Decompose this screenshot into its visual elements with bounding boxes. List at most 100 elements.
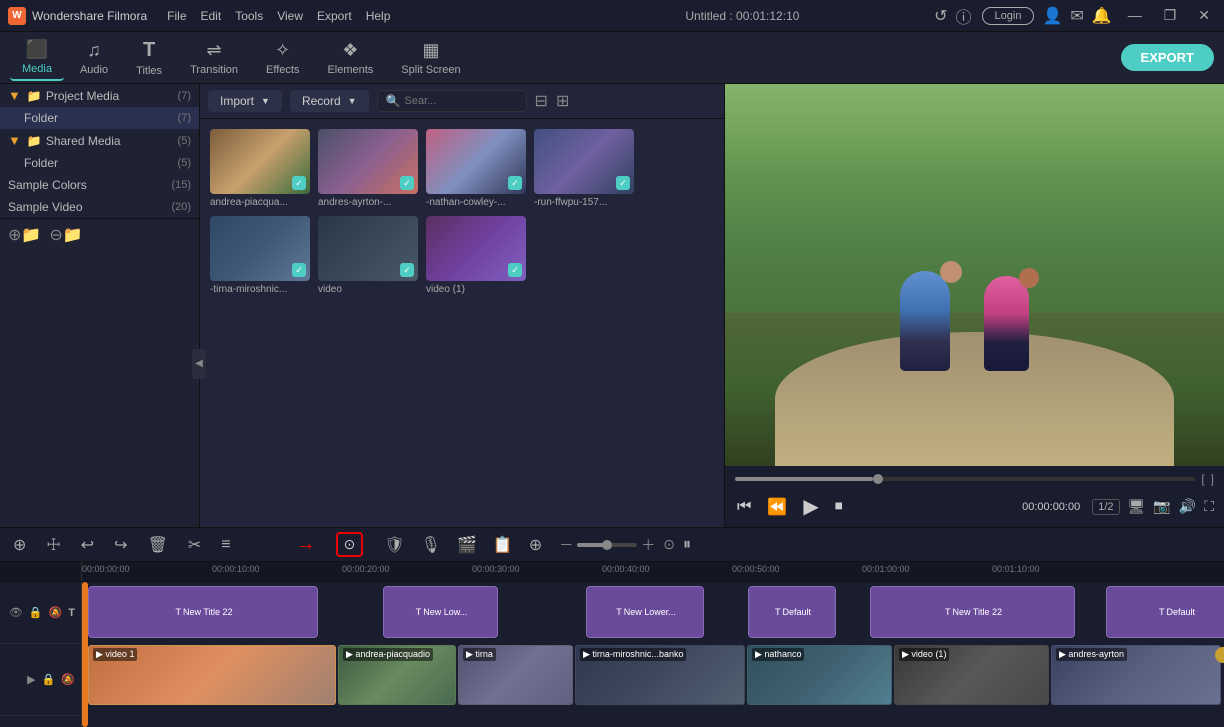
title-clip-5-label: Default	[1166, 607, 1195, 617]
login-button[interactable]: Login	[982, 7, 1035, 25]
tl-undo-button[interactable]: ↩	[76, 532, 99, 558]
video-clip-1-label: ▶ andrea-piacquadio	[343, 648, 433, 661]
tl-shield-button[interactable]: 🛡	[379, 532, 409, 558]
menu-export[interactable]: Export	[317, 9, 352, 23]
menu-edit[interactable]: Edit	[201, 9, 222, 23]
tl-mute-icon[interactable]: 🔕	[49, 606, 63, 619]
record-playhead-button[interactable]: ⊙	[336, 532, 364, 557]
tl-list-button[interactable]: ≡	[216, 533, 235, 557]
tab-elements[interactable]: ❖ Elements	[315, 36, 385, 80]
seekbar-track[interactable]	[735, 477, 1195, 481]
video-clip-3[interactable]: ▶ tirna-miroshnic...banko	[575, 645, 745, 705]
menu-help[interactable]: Help	[366, 9, 391, 23]
export-button[interactable]: EXPORT	[1121, 44, 1214, 71]
shared-folder-item[interactable]: Folder (5)	[0, 152, 199, 174]
panel-actions: ⊕📁 ⊖📁	[0, 218, 199, 251]
media-item-1[interactable]: ✓ andres-ayrton-...	[318, 129, 418, 208]
media-item-2[interactable]: ✓ -nathan-cowley-...	[426, 129, 526, 208]
panel-collapse-btn[interactable]: ◀	[192, 349, 200, 379]
sample-colors-item[interactable]: Sample Colors (15)	[0, 174, 199, 196]
grid-view-icon[interactable]: ⊞	[556, 91, 569, 111]
tl-add-button[interactable]: ⊕	[8, 532, 31, 558]
video-clip-1[interactable]: ▶ andrea-piacquadio	[338, 645, 456, 705]
media-item-5[interactable]: ✓ video	[318, 216, 418, 295]
media-icon: ⬛	[26, 39, 48, 60]
close-button[interactable]: ✕	[1192, 5, 1216, 26]
bell-icon[interactable]: 🔔	[1092, 6, 1112, 26]
screenshot-icon[interactable]: 📷	[1153, 498, 1170, 515]
zoom-plus-icon[interactable]: ＋	[641, 535, 655, 555]
zoom-slider[interactable]	[577, 543, 637, 547]
screen-icon[interactable]: 🖥	[1128, 498, 1146, 515]
menu-tools[interactable]: Tools	[235, 9, 263, 23]
zoom-minus-icon[interactable]: －	[559, 535, 573, 555]
title-clip-4[interactable]: T New Title 22	[870, 586, 1075, 638]
tl-mic-button[interactable]: 🎙	[416, 532, 446, 558]
title-clip-2[interactable]: T New Lower...	[586, 586, 704, 638]
video-clip-6[interactable]: ▶ andres-ayrton	[1051, 645, 1221, 705]
menu-view[interactable]: View	[277, 9, 303, 23]
info-icon[interactable]: ⓘ	[956, 4, 972, 28]
tl-redo-button[interactable]: ↪	[109, 532, 132, 558]
tl-vid-lock-icon[interactable]: 🔒	[42, 673, 56, 686]
add-folder-icon[interactable]: ⊕📁	[8, 225, 41, 245]
refresh-icon[interactable]: ↺	[934, 6, 947, 26]
account-icon[interactable]: 👤	[1042, 6, 1062, 26]
fullscreen-icon[interactable]: ⛶	[1204, 498, 1214, 515]
tl-eye-icon[interactable]: 👁	[9, 606, 23, 619]
import-button[interactable]: Import ▼	[208, 90, 282, 112]
red-arrow-icon: →	[296, 533, 316, 556]
tl-clip-button[interactable]: 📋	[488, 532, 518, 558]
video-clip-0[interactable]: ▶ video 1	[88, 645, 336, 705]
frame-back-button[interactable]: ⏪	[765, 495, 789, 519]
sample-video-item[interactable]: Sample Video (20)	[0, 196, 199, 218]
tl-circle-btn[interactable]: ⊕	[524, 532, 547, 558]
tl-delete-button[interactable]: 🗑	[143, 532, 173, 558]
shared-media-item[interactable]: ▼ 📁 Shared Media (5)	[0, 129, 199, 152]
video-clip-4[interactable]: ▶ nathanco	[747, 645, 892, 705]
tl-video-icon[interactable]: ▶	[27, 673, 35, 686]
tl-pause-icon[interactable]: ⏸	[683, 536, 691, 554]
tl-lock-icon[interactable]: 🔒	[29, 606, 43, 619]
filter-icon[interactable]: ⊟	[535, 91, 548, 111]
tl-cut-button[interactable]: ✂	[183, 532, 206, 558]
media-item-6[interactable]: ✓ video (1)	[426, 216, 526, 295]
zoom-handle[interactable]	[602, 540, 612, 550]
media-item-0[interactable]: ✓ andrea-piacqua...	[210, 129, 310, 208]
mail-icon[interactable]: ✉	[1070, 6, 1083, 26]
ratio-display[interactable]: 1/2	[1092, 499, 1119, 515]
tl-vid-mute-icon[interactable]: 🔕	[61, 673, 75, 686]
media-item-4[interactable]: ✓ -tirna-miroshnic...	[210, 216, 310, 295]
remove-folder-icon[interactable]: ⊖📁	[49, 225, 82, 245]
seekbar-handle[interactable]	[873, 474, 883, 484]
preview-icons: 1/2 🖥 📷 🔊 ⛶	[1092, 498, 1214, 515]
tl-cam-button[interactable]: 🎬	[452, 532, 482, 558]
title-clip-3[interactable]: T Default	[748, 586, 836, 638]
stop-button[interactable]: ⏹	[833, 496, 845, 518]
tl-media-button[interactable]: ☩	[41, 532, 65, 558]
volume-icon[interactable]: 🔊	[1179, 498, 1196, 515]
menu-file[interactable]: File	[167, 9, 186, 23]
search-input[interactable]	[405, 95, 475, 107]
tab-effects[interactable]: ✧ Effects	[254, 36, 311, 80]
tl-settings-icon[interactable]: ⊙	[663, 536, 675, 553]
project-media-item[interactable]: ▼ 📁 Project Media (7)	[0, 84, 199, 107]
title-clip-1[interactable]: T New Low...	[383, 586, 498, 638]
tl-right-icons: 🛡 🎙 🎬 📋 ⊕ － ＋ ⊙ ⏸	[379, 532, 691, 558]
tab-audio[interactable]: ♫ Audio	[68, 36, 120, 80]
video-clip-2[interactable]: ▶ tirna	[458, 645, 573, 705]
title-clip-0[interactable]: T New Title 22	[88, 586, 318, 638]
tab-titles[interactable]: T Titles	[124, 35, 174, 81]
project-folder-item[interactable]: Folder (7)	[0, 107, 199, 129]
tab-split-screen[interactable]: ▦ Split Screen	[389, 36, 472, 80]
video-clip-5[interactable]: ▶ video (1)	[894, 645, 1049, 705]
record-button[interactable]: Record ▼	[290, 90, 369, 112]
skip-back-button[interactable]: ⏮	[735, 496, 753, 518]
tab-media[interactable]: ⬛ Media	[10, 35, 64, 81]
tab-transition[interactable]: ⇌ Transition	[178, 36, 250, 80]
play-button[interactable]: ▶	[801, 492, 820, 521]
media-item-3[interactable]: ✓ -run-ffwpu-157...	[534, 129, 634, 208]
minimize-button[interactable]: —	[1122, 5, 1148, 26]
title-clip-5[interactable]: T Default	[1106, 586, 1224, 638]
maximize-button[interactable]: ❐	[1158, 5, 1183, 26]
